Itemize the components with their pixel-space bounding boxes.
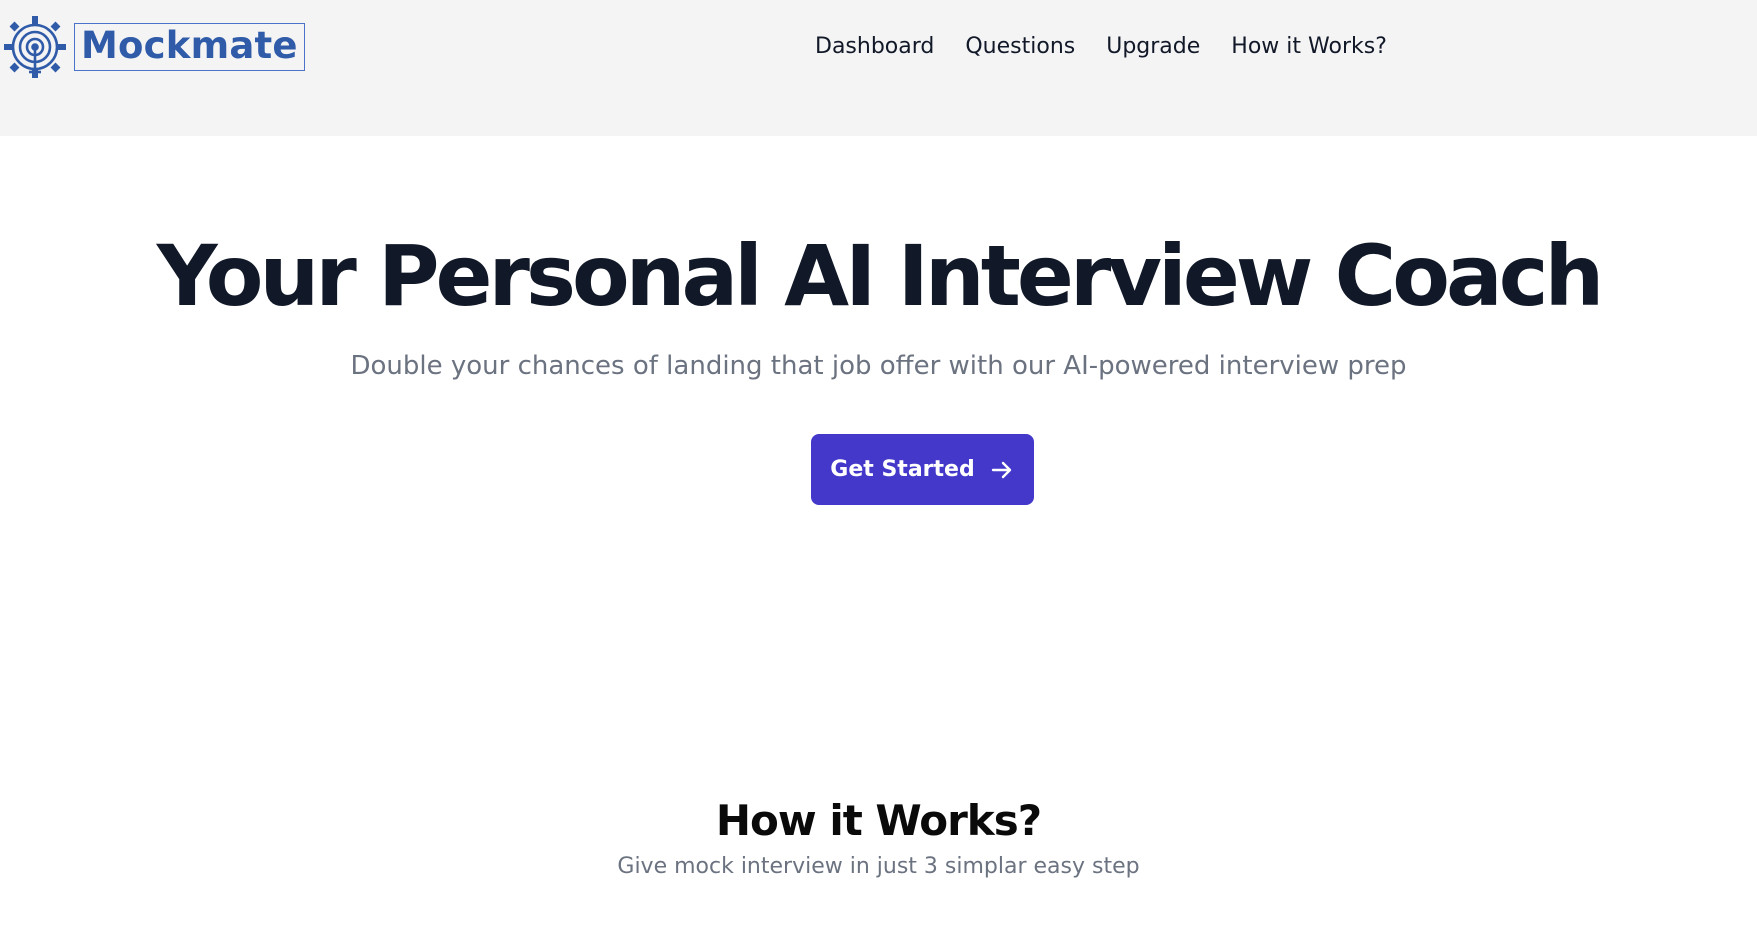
grid-cell — [193, 136, 281, 212]
nav-upgrade[interactable]: Upgrade — [1106, 32, 1200, 62]
grid-cell — [298, 136, 386, 212]
get-started-label: Get Started — [830, 457, 975, 482]
grid-cell — [718, 136, 806, 212]
grid-cell — [1663, 544, 1751, 632]
grid-cell — [718, 439, 806, 527]
grid-cell — [1138, 649, 1226, 698]
grid-cell — [193, 439, 281, 527]
grid-cell — [1453, 439, 1541, 527]
grid-cell — [1033, 136, 1121, 212]
grid-cell — [1663, 136, 1751, 212]
grid-cell — [1138, 439, 1226, 527]
grid-cell — [613, 136, 701, 212]
how-it-works-subtitle: Give mock interview in just 3 simplar ea… — [617, 854, 1140, 879]
grid-cell — [1033, 439, 1121, 527]
hero-subtitle: Double your chances of landing that job … — [350, 351, 1407, 381]
page: Mockmate Dashboard Questions Upgrade How… — [0, 0, 1757, 931]
grid-cell — [613, 649, 701, 698]
grid-cell — [88, 544, 176, 632]
grid-cell — [298, 544, 386, 632]
grid-cell — [0, 649, 71, 698]
grid-cell — [88, 649, 176, 698]
nav-dashboard[interactable]: Dashboard — [815, 32, 934, 62]
grid-cell — [193, 544, 281, 632]
grid-cell — [1348, 439, 1436, 527]
header: Mockmate Dashboard Questions Upgrade How… — [0, 0, 1757, 136]
grid-cell — [1243, 439, 1331, 527]
grid-cell — [928, 544, 1016, 632]
grid-cell — [1453, 136, 1541, 212]
main-nav: Dashboard Questions Upgrade How it Works… — [815, 32, 1387, 62]
grid-cell — [928, 136, 1016, 212]
grid-cell — [88, 439, 176, 527]
grid-cell — [193, 649, 281, 698]
grid-cell — [823, 544, 911, 632]
grid-cell — [0, 544, 71, 632]
grid-cell — [88, 136, 176, 212]
grid-cell — [613, 439, 701, 527]
nav-how-it-works[interactable]: How it Works? — [1231, 32, 1387, 62]
grid-cell — [1663, 439, 1751, 527]
grid-cell — [1558, 544, 1646, 632]
hero-title: Your Personal AI Interview Coach — [156, 227, 1605, 325]
grid-cell — [823, 649, 911, 698]
grid-cell — [298, 439, 386, 527]
grid-cell — [508, 136, 596, 212]
grid-cell — [1243, 136, 1331, 212]
grid-cell — [1558, 136, 1646, 212]
grid-cell — [1558, 439, 1646, 527]
grid-cell — [0, 136, 71, 212]
grid-cell — [823, 136, 911, 212]
grid-cell — [1243, 649, 1331, 698]
grid-cell — [1348, 136, 1436, 212]
grid-cell — [1348, 649, 1436, 698]
grid-cell — [403, 136, 491, 212]
grid-cell — [1033, 544, 1121, 632]
grid-cell — [1138, 136, 1226, 212]
grid-cell — [0, 439, 71, 527]
grid-cell — [1453, 649, 1541, 698]
gear-target-icon — [4, 16, 66, 78]
grid-cell — [1243, 544, 1331, 632]
grid-cell — [1663, 649, 1751, 698]
grid-cell — [403, 544, 491, 632]
get-started-button[interactable]: Get Started — [811, 434, 1034, 505]
grid-cell — [508, 649, 596, 698]
grid-cell — [718, 544, 806, 632]
nav-questions[interactable]: Questions — [965, 32, 1075, 62]
grid-cell — [718, 649, 806, 698]
grid-cell — [1558, 649, 1646, 698]
grid-cell — [1138, 544, 1226, 632]
grid-cell — [1033, 649, 1121, 698]
grid-cell — [928, 649, 1016, 698]
grid-cell — [508, 544, 596, 632]
grid-cell — [1453, 544, 1541, 632]
grid-cell — [403, 649, 491, 698]
grid-cell — [508, 439, 596, 527]
arrow-right-icon — [991, 461, 1011, 478]
logo[interactable]: Mockmate — [0, 12, 305, 82]
grid-cell — [298, 649, 386, 698]
grid-cell — [613, 544, 701, 632]
logo-text: Mockmate — [74, 23, 305, 71]
grid-cell — [1348, 544, 1436, 632]
how-it-works-title: How it Works? — [715, 796, 1042, 845]
hero-grid-background — [0, 136, 1757, 698]
grid-cell — [403, 439, 491, 527]
